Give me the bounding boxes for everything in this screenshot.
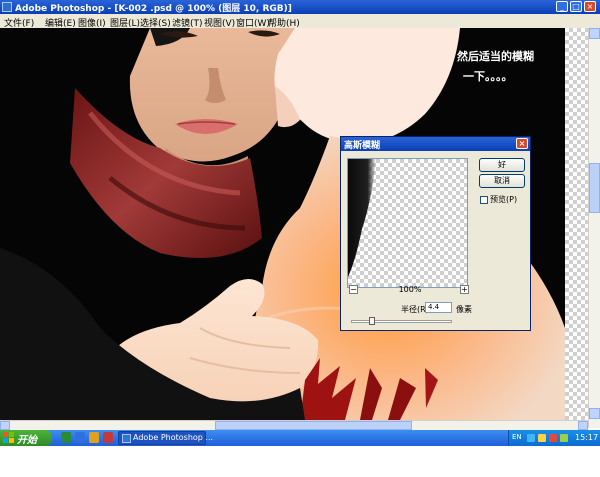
annotation-text-line2: 一下。。。。 [463,70,513,83]
scroll-right-button[interactable] [578,421,588,430]
dialog-title-bar[interactable]: 高斯模糊 × [341,137,530,151]
start-button[interactable]: 开始 [0,430,52,446]
zoom-out-button[interactable]: − [349,285,358,294]
start-label: 开始 [17,435,37,446]
window-title: Adobe Photoshop - [K-002 .psd @ 100% (图层… [15,4,292,14]
scroll-down-button[interactable] [589,408,600,419]
radius-slider-track[interactable] [351,320,452,323]
vertical-scroll-thumb[interactable] [589,163,600,213]
quicklaunch-icon-2[interactable] [75,432,85,443]
quicklaunch-icon-4[interactable] [103,432,113,443]
photoshop-icon [122,434,131,443]
clock: 15:17 [575,433,599,442]
radius-slider-thumb[interactable] [369,317,375,325]
dialog-close-button[interactable]: × [516,138,528,149]
cancel-button[interactable]: 取消 [479,174,525,188]
ok-button[interactable]: 好 [479,158,525,172]
window-title-bar[interactable]: Adobe Photoshop - [K-002 .psd @ 100% (图层… [0,0,600,14]
horizontal-scroll-thumb[interactable] [215,421,412,430]
dialog-title: 高斯模糊 [344,141,381,151]
quicklaunch-icon-3[interactable] [89,432,99,443]
taskbar-photoshop-button[interactable]: Adobe Photoshop ... [118,431,213,445]
annotation-text-line1: 然后适当的模糊 [457,50,534,63]
tray-icon-3[interactable] [549,434,557,442]
tray-icon-2[interactable] [538,434,546,442]
quicklaunch-icon-1[interactable] [61,432,71,443]
preview-image [348,159,376,277]
horizontal-scrollbar[interactable] [0,420,588,430]
taskbar-photoshop-label: Adobe Photoshop ... [133,433,214,442]
preview-pane[interactable] [347,158,468,288]
scroll-up-button[interactable] [589,28,600,39]
taskbar: 开始 Adobe Photoshop ... EN 15:17 [0,430,600,446]
zoom-in-button[interactable]: + [460,285,469,294]
image-canvas[interactable]: 然后适当的模糊 一下。。。。 高斯模糊 × − 100% + 好 取消 预览(P… [0,28,588,420]
windows-logo-icon [3,432,14,443]
maximize-button[interactable]: □ [570,1,582,12]
preview-checkbox[interactable] [480,196,488,204]
system-tray: EN 15:17 [508,430,600,446]
transparent-area [565,28,588,420]
vertical-scrollbar[interactable] [588,28,600,428]
minimize-button[interactable]: _ [556,1,568,12]
photoshop-icon [2,2,12,12]
preview-checkbox-label: 预览(P) [490,195,518,204]
radius-input[interactable]: 4.4 [425,302,452,313]
menu-bar: 文件(F) 编辑(E) 图像(I) 图层(L) 选择(S) 滤镜(T) 视图(V… [0,14,600,29]
tray-icon-1[interactable] [527,434,535,442]
language-indicator[interactable]: EN [512,433,522,441]
close-button[interactable]: × [584,1,596,12]
zoom-level: 100% [398,285,422,294]
tray-icon-4[interactable] [560,434,568,442]
gaussian-blur-dialog: 高斯模糊 × − 100% + 好 取消 预览(P) 半径(R): 4.4 像素 [340,136,531,331]
radius-unit: 像素 [456,305,472,314]
scroll-left-button[interactable] [0,421,10,430]
